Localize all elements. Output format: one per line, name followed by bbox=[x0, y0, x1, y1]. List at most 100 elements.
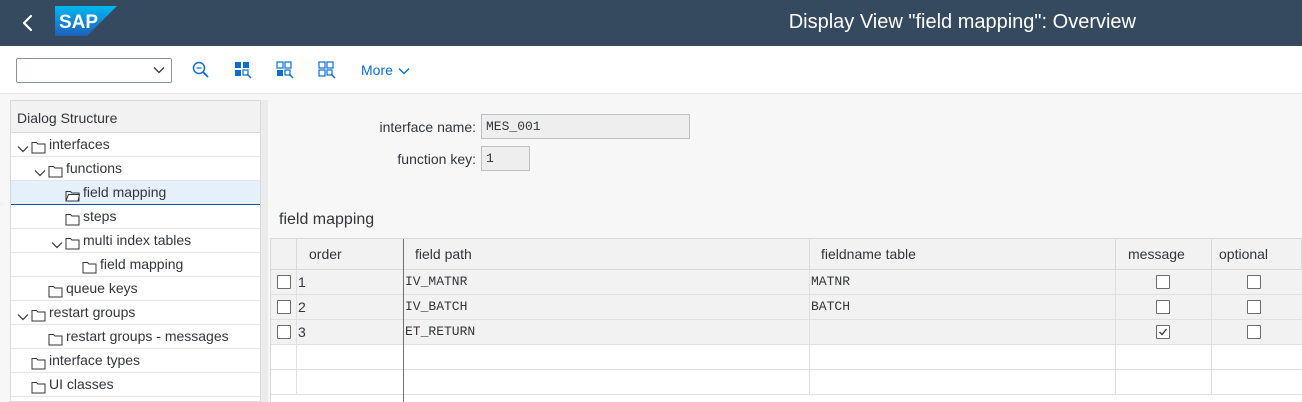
order-cell bbox=[297, 370, 404, 395]
folder-icon bbox=[48, 330, 63, 346]
field-path-value: IV_BATCH bbox=[405, 299, 468, 314]
order-cell: 2 bbox=[297, 295, 404, 320]
tree-node-multi-index-tables[interactable]: multi index tables bbox=[11, 229, 260, 253]
row-select-checkbox[interactable] bbox=[277, 325, 291, 339]
column-header-optional[interactable]: optional bbox=[1212, 239, 1302, 270]
field-path-value: ET_RETURN bbox=[405, 324, 476, 339]
field-path-cell bbox=[404, 370, 810, 395]
field-path-cell: IV_BATCH bbox=[404, 295, 810, 320]
select-all-button[interactable] bbox=[232, 59, 254, 81]
tree-node-field-mapping[interactable]: field mapping bbox=[11, 253, 260, 277]
row-selector-cell[interactable] bbox=[271, 370, 297, 395]
row-select-checkbox[interactable] bbox=[277, 300, 291, 314]
tree-node-label: restart groups bbox=[49, 304, 136, 320]
variant-select[interactable] bbox=[16, 58, 172, 83]
find-button[interactable] bbox=[190, 59, 212, 81]
find-icon bbox=[192, 61, 209, 78]
tree-node-label: UI classes bbox=[49, 376, 114, 392]
chevron-left-icon bbox=[22, 14, 33, 32]
message-checkbox[interactable] bbox=[1156, 275, 1170, 289]
chevron-down-icon bbox=[153, 67, 165, 74]
dialog-structure-panel: Dialog Structure interfaces functions fiel… bbox=[10, 100, 261, 402]
tree-node-restart-groups-messages[interactable]: restart groups - messages bbox=[11, 325, 260, 349]
select-block-icon bbox=[276, 61, 294, 79]
back-button[interactable] bbox=[14, 9, 42, 37]
row-selector-cell[interactable] bbox=[271, 270, 297, 295]
column-header-message[interactable]: message bbox=[1116, 239, 1212, 270]
row-selector-cell[interactable] bbox=[271, 320, 297, 345]
field-path-cell bbox=[404, 345, 810, 370]
column-header-fieldname-table[interactable]: fieldname table bbox=[810, 239, 1116, 270]
order-value: 2 bbox=[298, 299, 306, 315]
tree-node-label: functions bbox=[66, 160, 123, 176]
chevron-down-icon[interactable] bbox=[17, 307, 29, 321]
panel-splitter[interactable] bbox=[261, 100, 268, 402]
toolbar: More bbox=[0, 46, 1302, 94]
tree-node-steps[interactable]: steps bbox=[11, 205, 260, 229]
fieldname-table-cell: BATCH bbox=[810, 295, 1116, 320]
optional-checkbox[interactable] bbox=[1247, 275, 1261, 289]
tree-node-restart-groups[interactable]: restart groups bbox=[11, 301, 260, 325]
table-row[interactable] bbox=[271, 345, 1302, 370]
select-block-button[interactable] bbox=[274, 59, 296, 81]
interface-name-field[interactable]: MES_001 bbox=[481, 114, 690, 139]
optional-cell bbox=[1212, 320, 1302, 345]
chevron-down-icon[interactable] bbox=[34, 163, 46, 177]
fieldname-table-cell bbox=[810, 345, 1116, 370]
tree-node-functions[interactable]: functions bbox=[11, 157, 260, 181]
table-row[interactable]: 1 IV_MATNR MATNR bbox=[271, 270, 1302, 295]
order-value: 3 bbox=[298, 324, 306, 340]
optional-cell bbox=[1212, 370, 1302, 395]
tree-node-interface-types[interactable]: interface types bbox=[11, 349, 260, 373]
optional-cell bbox=[1212, 270, 1302, 295]
field-path-cell: IV_MATNR bbox=[404, 270, 810, 295]
tree-node-label: interfaces bbox=[49, 136, 110, 152]
message-checkbox[interactable] bbox=[1156, 325, 1170, 339]
dialog-structure-tree: interfaces functions field mapping steps mul… bbox=[11, 133, 260, 397]
folder-icon bbox=[48, 162, 63, 178]
more-label: More bbox=[361, 62, 393, 78]
chevron-down-icon[interactable] bbox=[17, 139, 29, 153]
message-checkbox[interactable] bbox=[1156, 300, 1170, 314]
fieldname-table-cell bbox=[810, 320, 1116, 345]
tree-node-ui-classes[interactable]: UI classes bbox=[11, 373, 260, 397]
folder-icon bbox=[82, 258, 97, 274]
sap-logo[interactable]: SAP bbox=[55, 6, 117, 36]
chevron-down-icon[interactable] bbox=[51, 235, 63, 249]
field-path-cell: ET_RETURN bbox=[404, 320, 810, 345]
fixed-column-divider bbox=[403, 239, 404, 402]
row-selector-cell[interactable] bbox=[271, 345, 297, 370]
message-cell bbox=[1116, 270, 1212, 295]
tree-node-queue-keys[interactable]: queue keys bbox=[11, 277, 260, 301]
optional-checkbox[interactable] bbox=[1247, 325, 1261, 339]
order-cell bbox=[297, 345, 404, 370]
function-key-field[interactable]: 1 bbox=[481, 146, 530, 171]
row-selector-cell[interactable] bbox=[271, 295, 297, 320]
row-select-checkbox[interactable] bbox=[277, 275, 291, 289]
column-header-order[interactable]: order bbox=[297, 239, 404, 270]
field-path-value: IV_MATNR bbox=[405, 274, 468, 289]
deselect-all-button[interactable] bbox=[316, 59, 338, 81]
more-button[interactable]: More bbox=[361, 62, 410, 78]
message-cell bbox=[1116, 320, 1212, 345]
folder-icon bbox=[31, 378, 46, 394]
order-cell: 3 bbox=[297, 320, 404, 345]
tree-node-label: interface types bbox=[49, 352, 141, 368]
tree-node-field-mapping[interactable]: field mapping bbox=[11, 181, 260, 205]
shell-bar: SAP Display View "field mapping": Overvi… bbox=[0, 0, 1302, 46]
interface-name-label: interface name: bbox=[379, 119, 477, 135]
tree-node-label: steps bbox=[83, 208, 117, 224]
fieldname-table-value bbox=[810, 324, 811, 339]
column-header-field-path[interactable]: field path bbox=[404, 239, 810, 270]
optional-checkbox[interactable] bbox=[1247, 300, 1261, 314]
folder-icon bbox=[65, 210, 80, 226]
message-cell bbox=[1116, 345, 1212, 370]
page-title: Display View "field mapping": Overview bbox=[788, 11, 1136, 33]
table-row[interactable]: 2 IV_BATCH BATCH bbox=[271, 295, 1302, 320]
table-row[interactable]: 3 ET_RETURN bbox=[271, 320, 1302, 345]
tree-node-interfaces[interactable]: interfaces bbox=[11, 133, 260, 157]
optional-cell bbox=[1212, 345, 1302, 370]
order-value: 1 bbox=[298, 274, 306, 290]
table-row[interactable] bbox=[271, 370, 1302, 395]
select-column-header[interactable] bbox=[271, 239, 297, 270]
